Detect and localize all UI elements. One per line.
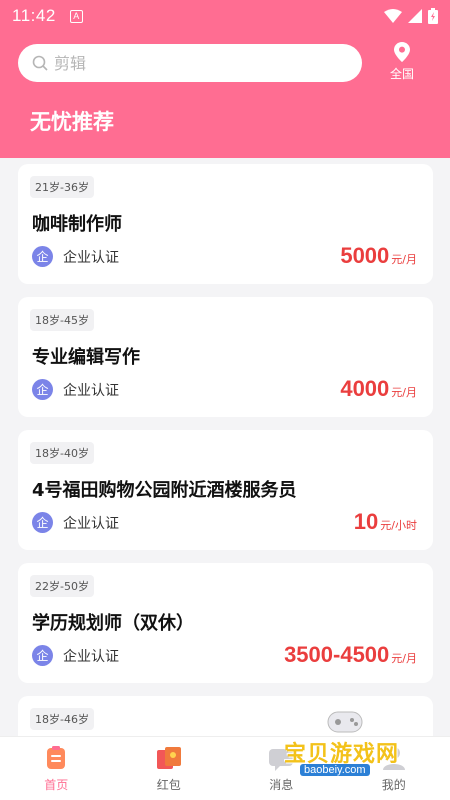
age-tag: 18岁-40岁 [30, 442, 94, 464]
certification: 企 企业认证 [32, 512, 119, 533]
tab-label: 红包 [156, 778, 181, 792]
job-title: 4号福田购物公园附近酒楼服务员 [32, 480, 297, 501]
salary-unit: 元/小时 [380, 519, 417, 532]
section-title: 无忧推荐 [30, 110, 114, 134]
job-title: 学历规划师（双休） [32, 613, 194, 634]
search-bar[interactable] [18, 44, 362, 82]
status-icons [384, 8, 438, 24]
enterprise-badge-icon: 企 [32, 246, 53, 267]
salary-value: 10 [353, 509, 379, 534]
status-time: 11:42 [12, 6, 56, 25]
age-tag: 22岁-50岁 [30, 575, 94, 597]
status-bar: 11:42 A [0, 0, 450, 32]
age-tag: 18岁-46岁 [30, 708, 94, 730]
profile-icon [379, 743, 409, 773]
salary-unit: 元/月 [391, 386, 417, 399]
salary-value: 3500-4500 [284, 642, 390, 667]
app-notification-icon: A [69, 9, 83, 23]
job-card[interactable]: 22岁-50岁 学历规划师（双休） 企 企业认证 3500-4500 元/月 [18, 563, 433, 683]
battery-icon [428, 8, 438, 24]
location-label: 全国 [389, 67, 414, 81]
job-card[interactable]: 21岁-36岁 咖啡制作师 企 企业认证 5000 元/月 [18, 164, 433, 284]
enterprise-badge-icon: 企 [32, 645, 53, 666]
header: 全国 无忧推荐 [0, 32, 450, 158]
location-button[interactable]: 全国 [380, 42, 424, 82]
salary-value: 4000 [340, 376, 390, 401]
enterprise-badge-icon: 企 [32, 379, 53, 400]
job-card[interactable]: 18岁-40岁 4号福田购物公园附近酒楼服务员 企 企业认证 10 元/小时 [18, 430, 433, 550]
certification: 企 企业认证 [32, 645, 119, 666]
salary: 4000 元/月 [340, 376, 417, 402]
home-icon [41, 743, 71, 773]
tab-label: 消息 [269, 778, 294, 792]
job-card[interactable]: 18岁-45岁 专业编辑写作 企 企业认证 4000 元/月 [18, 297, 433, 417]
cert-label: 企业认证 [63, 648, 119, 665]
job-title: 咖啡制作师 [32, 214, 122, 235]
search-icon [32, 55, 48, 71]
enterprise-badge-icon: 企 [32, 512, 53, 533]
cert-label: 企业认证 [63, 382, 119, 399]
salary: 3500-4500 元/月 [284, 642, 417, 668]
bottom-tab-bar: 首页 红包 消息 我的 [0, 736, 450, 800]
location-pin-icon [394, 42, 410, 62]
tab-red-packet[interactable]: 红包 [113, 737, 226, 800]
certification: 企 企业认证 [32, 246, 119, 267]
tab-home[interactable]: 首页 [0, 737, 113, 800]
salary-unit: 元/月 [391, 253, 417, 266]
signal-icon [408, 9, 422, 23]
search-input[interactable] [54, 53, 334, 73]
salary: 5000 元/月 [340, 243, 417, 269]
age-tag: 18岁-45岁 [30, 309, 94, 331]
certification: 企 企业认证 [32, 379, 119, 400]
age-tag: 21岁-36岁 [30, 176, 94, 198]
cert-label: 企业认证 [63, 249, 119, 266]
message-icon [266, 743, 296, 773]
tab-label: 首页 [44, 778, 69, 792]
salary-value: 5000 [340, 243, 390, 268]
tab-label: 我的 [381, 778, 406, 792]
wifi-icon [384, 9, 402, 23]
salary-unit: 元/月 [391, 652, 417, 665]
tab-messages[interactable]: 消息 [225, 737, 338, 800]
cert-label: 企业认证 [63, 515, 119, 532]
red-packet-icon [154, 743, 184, 773]
salary: 10 元/小时 [354, 509, 417, 535]
tab-profile[interactable]: 我的 [338, 737, 450, 800]
job-title: 专业编辑写作 [32, 347, 140, 368]
